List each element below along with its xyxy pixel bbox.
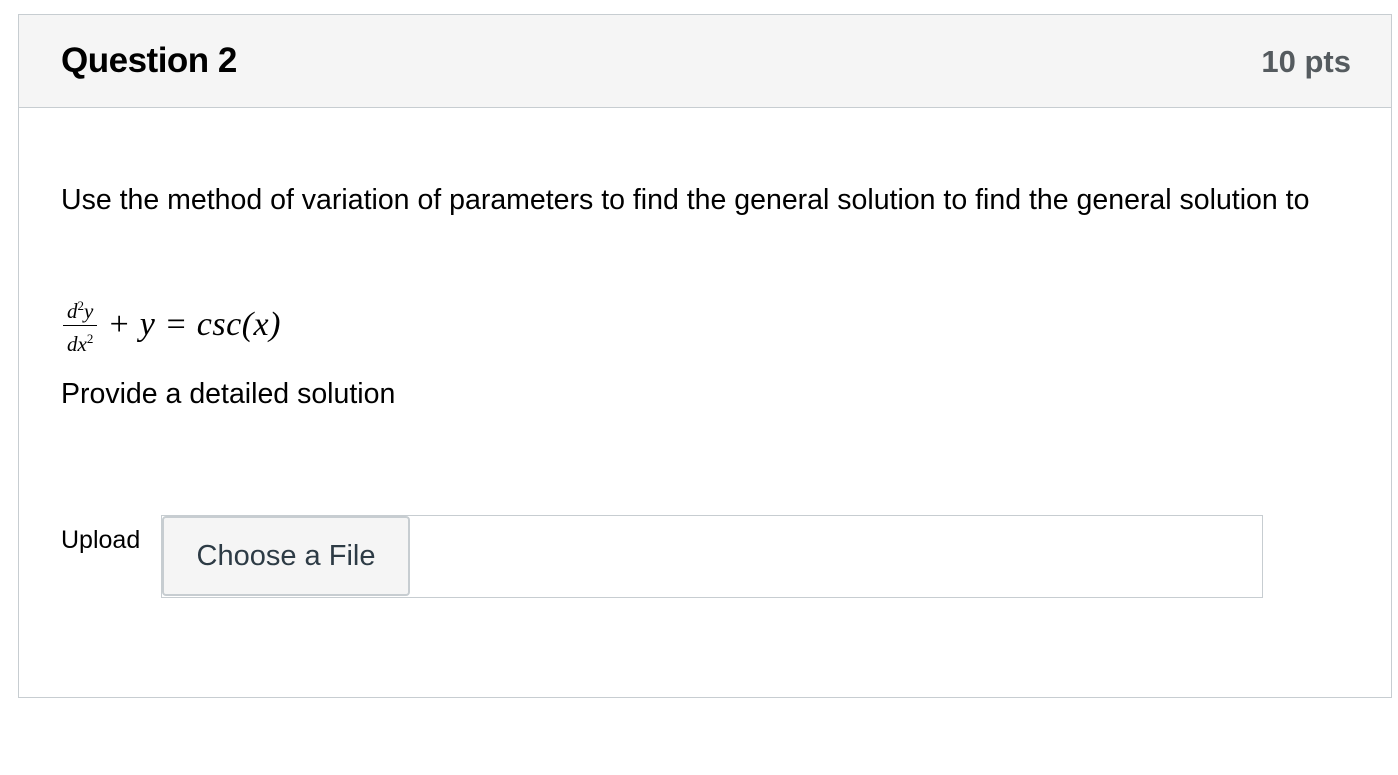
question-points: 10 pts: [1261, 44, 1351, 79]
question-title: Question 2: [61, 41, 237, 80]
equation-rhs: + y = csc(x): [107, 306, 281, 343]
fraction-numerator: d2y: [63, 295, 98, 326]
question-card: Question 2 10 pts Use the method of vari…: [18, 14, 1392, 698]
differential-equation: d2y dx2 + y = csc(x): [63, 290, 281, 360]
question-text: Use the method of variation of parameter…: [61, 184, 1310, 216]
upload-label: Upload: [61, 526, 141, 554]
derivative-fraction: d2y dx2: [63, 295, 98, 356]
instruction-text: Provide a detailed solution: [61, 378, 396, 410]
file-upload-field[interactable]: Choose a File: [161, 515, 1263, 598]
fraction-denominator: dx2: [67, 331, 94, 356]
question-header: Question 2 10 pts: [19, 15, 1391, 108]
choose-file-button[interactable]: Choose a File: [162, 516, 410, 596]
